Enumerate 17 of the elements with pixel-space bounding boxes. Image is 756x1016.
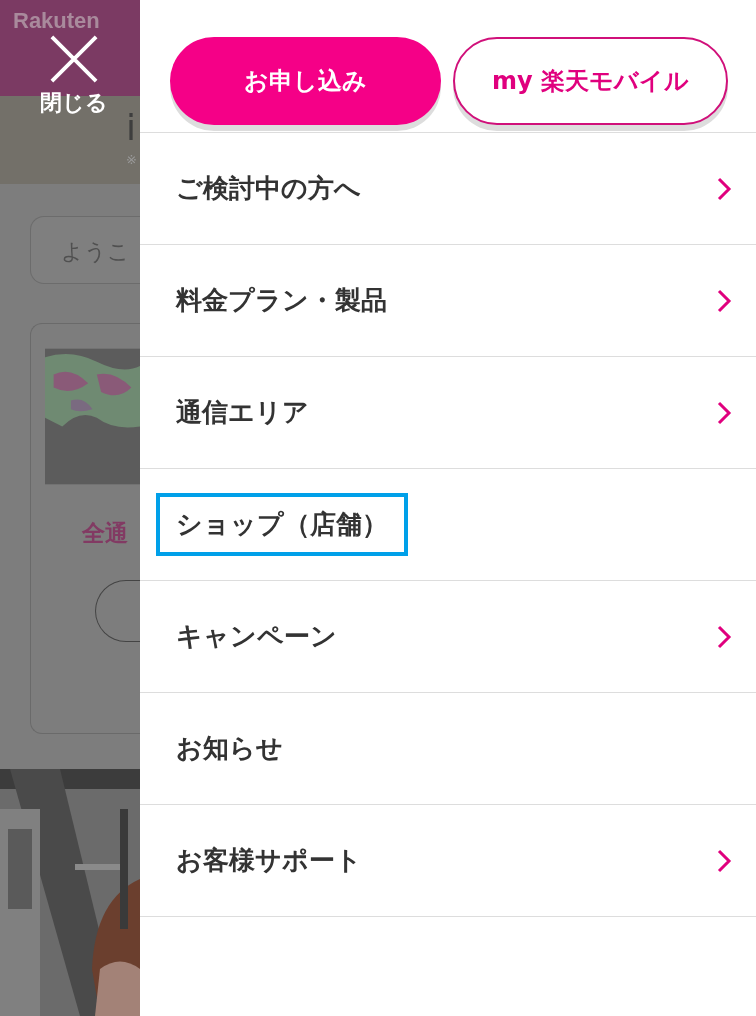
menu-item[interactable]: ご検討中の方へ bbox=[156, 157, 381, 220]
close-icon bbox=[49, 34, 99, 84]
close-button[interactable]: 閉じる bbox=[30, 34, 118, 118]
chevron-right-icon[interactable] bbox=[716, 175, 732, 202]
menu-item[interactable]: 料金プラン・製品 bbox=[156, 269, 407, 332]
note-fragment: ※ bbox=[126, 152, 137, 167]
chevron-right-icon[interactable] bbox=[716, 623, 732, 650]
chevron-right-icon[interactable] bbox=[716, 399, 732, 426]
menu-item[interactable]: お知らせ bbox=[156, 717, 303, 780]
menu-item[interactable]: キャンペーン bbox=[156, 605, 357, 668]
card-title: 全通 bbox=[82, 519, 128, 548]
menu-item[interactable]: ショップ（店舗） bbox=[156, 493, 408, 556]
logo: Rakuten bbox=[13, 10, 100, 32]
menu-item[interactable]: 通信エリア bbox=[156, 381, 329, 444]
menu-item[interactable]: お客様サポート bbox=[156, 829, 382, 892]
chevron-right-icon[interactable] bbox=[716, 847, 732, 874]
chevron-right-icon[interactable] bbox=[716, 287, 732, 314]
